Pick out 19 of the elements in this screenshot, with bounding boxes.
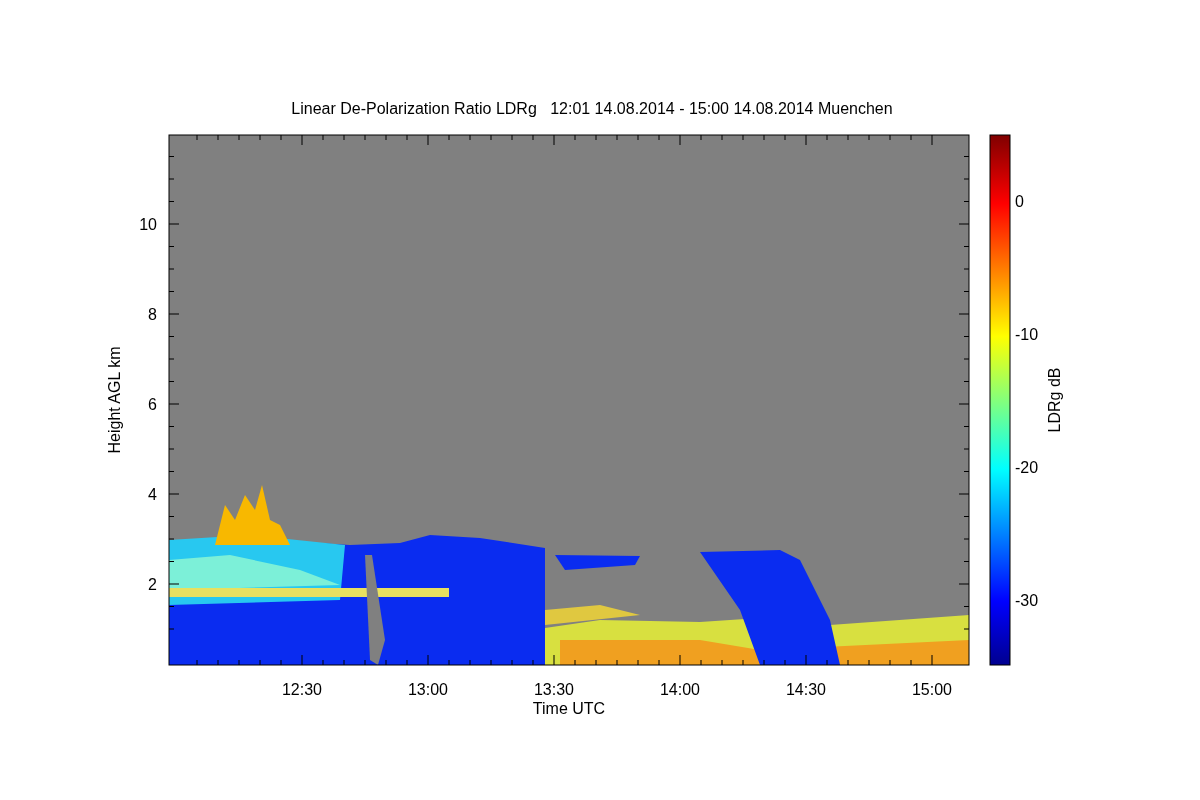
y-tick-label: 10 [139,216,157,233]
x-tick-label: 15:00 [912,681,952,698]
x-tick-label: 13:30 [534,681,574,698]
colorbar-tick-label: -30 [1015,592,1039,609]
y-axis-label: Height AGL km [106,346,123,454]
y-tick-label: 6 [148,396,157,413]
colorbar-label: LDRg dB [1046,367,1063,433]
x-tick-label: 14:30 [786,681,826,698]
y-tick-label: 4 [148,486,157,503]
x-axis-label: Time UTC [532,700,606,717]
colorbar-tick-label: -10 [1015,326,1039,343]
plot-title: Linear De-Polarization Ratio LDRg 12:01 14.08.2014 - 15:00 14.08.2014 Muenchen [291,100,893,117]
colorbar-tick-label: 0 [1015,193,1024,210]
colorbar-tick-label: -20 [1015,459,1039,476]
y-tick-label: 2 [148,576,157,593]
y-tick-label: 8 [148,306,157,323]
x-tick-label: 12:30 [282,681,322,698]
x-tick-label: 13:00 [408,681,448,698]
x-tick-label: 14:00 [660,681,700,698]
